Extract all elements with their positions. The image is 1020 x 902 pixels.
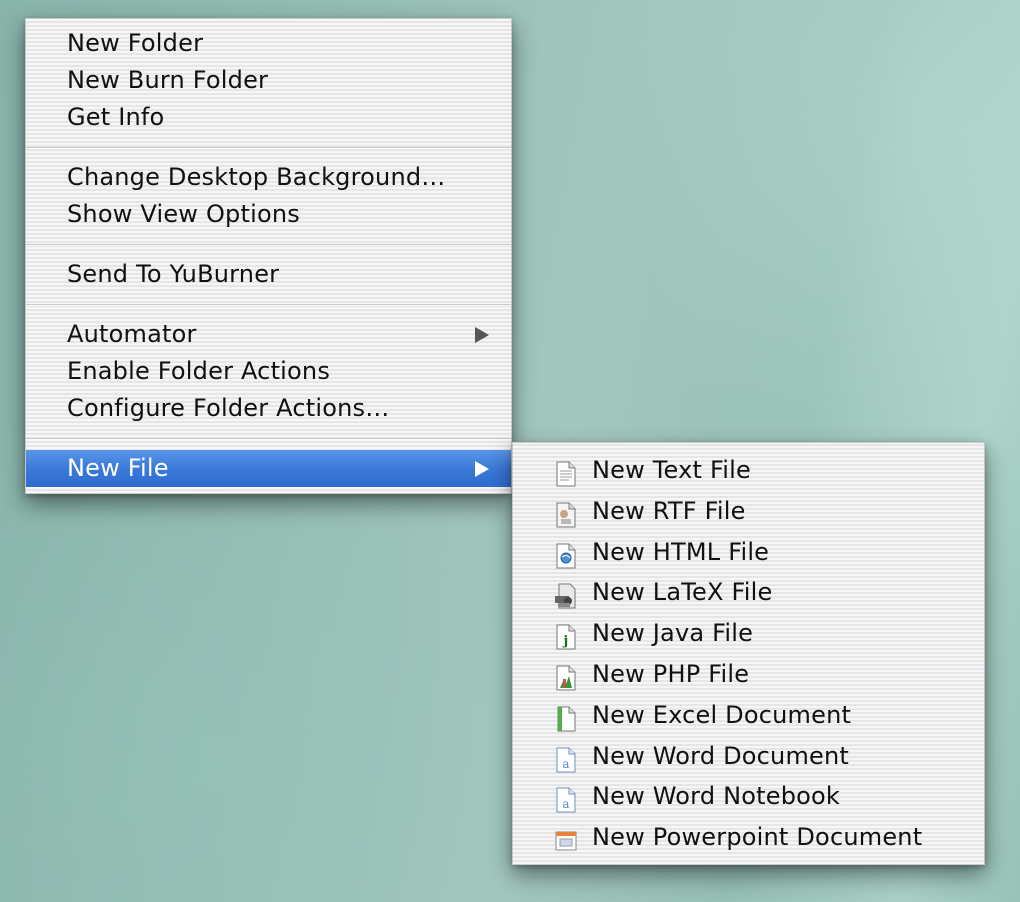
menu-separator [26, 293, 511, 316]
menu-item-label: New File [67, 454, 169, 482]
submenu-item-new-html-file[interactable]: New HTML File [513, 532, 984, 573]
submenu-item-new-php-file[interactable]: New PHP File [513, 654, 984, 695]
word-notebook-icon: a [555, 785, 577, 813]
menu-separator [26, 233, 511, 256]
submenu-item-new-text-file[interactable]: New Text File [513, 450, 984, 491]
latex-file-icon [555, 581, 577, 609]
menu-item-label: Enable Folder Actions [67, 357, 331, 385]
menu-item-show-view-options[interactable]: Show View Options [26, 196, 511, 233]
menu-item-new-burn-folder[interactable]: New Burn Folder [26, 62, 511, 99]
desktop-context-menu: New Folder New Burn Folder Get Info Chan… [25, 18, 512, 494]
submenu-item-label: New PHP File [592, 659, 750, 688]
menu-item-label: Show View Options [67, 200, 300, 228]
new-file-submenu: New Text File New RTF File New HTML File… [512, 442, 985, 865]
menu-item-configure-folder-actions[interactable]: Configure Folder Actions… [26, 390, 511, 427]
menu-item-new-file[interactable]: New File [26, 450, 511, 487]
excel-document-icon [555, 704, 577, 732]
submenu-item-label: New RTF File [592, 496, 746, 525]
submenu-item-new-powerpoint-document[interactable]: New Powerpoint Document [513, 817, 984, 858]
submenu-item-new-latex-file[interactable]: New LaTeX File [513, 572, 984, 613]
desktop-background[interactable]: New Folder New Burn Folder Get Info Chan… [0, 0, 1020, 902]
menu-item-change-desktop-background[interactable]: Change Desktop Background… [26, 159, 511, 196]
menu-separator [26, 427, 511, 450]
submenu-item-label: New Excel Document [592, 700, 852, 729]
svg-text:a: a [562, 797, 569, 811]
menu-item-label: Change Desktop Background… [67, 163, 446, 191]
java-file-icon: j [555, 622, 577, 650]
menu-separator [26, 136, 511, 159]
menu-item-label: New Folder [67, 29, 204, 57]
svg-text:a: a [562, 757, 569, 771]
php-file-icon [555, 663, 577, 691]
submenu-item-new-word-document[interactable]: a New Word Document [513, 736, 984, 777]
menu-item-enable-folder-actions[interactable]: Enable Folder Actions [26, 353, 511, 390]
submenu-arrow-icon [475, 327, 489, 343]
menu-item-label: New Burn Folder [67, 66, 269, 94]
submenu-item-label: New Powerpoint Document [592, 823, 923, 852]
text-file-icon [555, 459, 577, 487]
menu-item-label: Automator [67, 320, 197, 348]
submenu-item-label: New HTML File [592, 537, 770, 566]
menu-item-label: Get Info [67, 103, 165, 131]
submenu-item-new-excel-document[interactable]: New Excel Document [513, 695, 984, 736]
submenu-item-new-rtf-file[interactable]: New RTF File [513, 491, 984, 532]
menu-item-new-folder[interactable]: New Folder [26, 25, 511, 62]
menu-item-send-to-yuburner[interactable]: Send To YuBurner [26, 256, 511, 293]
powerpoint-document-icon [555, 826, 577, 852]
rtf-file-icon [555, 500, 577, 528]
svg-text:j: j [563, 634, 569, 649]
menu-item-automator[interactable]: Automator [26, 316, 511, 353]
submenu-item-label: New Text File [592, 456, 751, 484]
submenu-item-label: New Java File [592, 619, 754, 648]
submenu-item-label: New Word Document [592, 741, 850, 770]
menu-item-get-info[interactable]: Get Info [26, 99, 511, 136]
menu-item-label: Send To YuBurner [67, 260, 280, 288]
submenu-item-label: New LaTeX File [592, 578, 773, 607]
menu-item-label: Configure Folder Actions… [67, 394, 390, 422]
submenu-item-new-java-file[interactable]: j New Java File [513, 613, 984, 654]
word-document-icon: a [555, 745, 577, 773]
submenu-item-label: New Word Notebook [592, 782, 841, 811]
submenu-item-new-word-notebook[interactable]: a New Word Notebook [513, 776, 984, 817]
submenu-arrow-icon [475, 461, 489, 477]
html-file-icon [555, 541, 577, 569]
